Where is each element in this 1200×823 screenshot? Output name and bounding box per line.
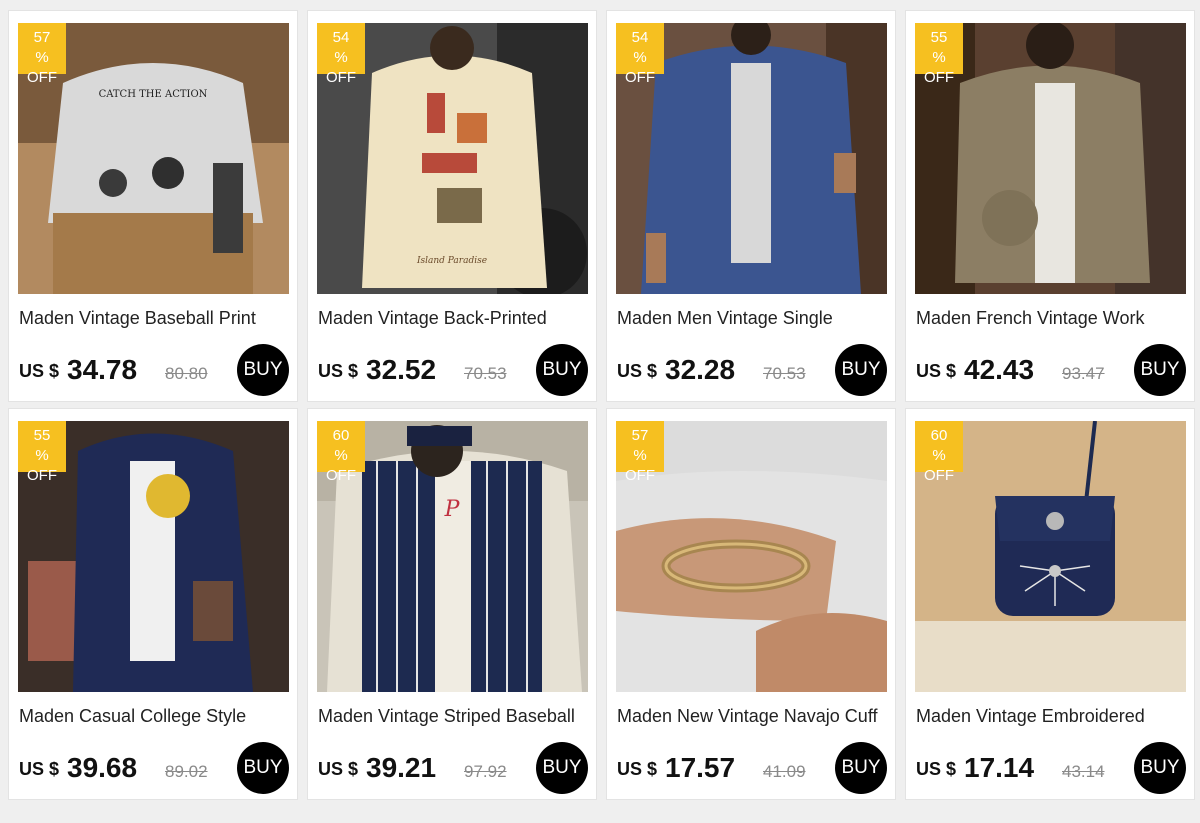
currency-label: US $ (617, 759, 658, 779)
product-card[interactable]: 60 % OFF Maden Vintage Embroidered US $ … (905, 408, 1195, 800)
original-price: 70.53 (464, 364, 507, 383)
discount-badge: 57 % OFF (18, 23, 66, 86)
sale-price: 32.52 (366, 354, 437, 385)
buy-button[interactable]: BUY (237, 344, 289, 396)
product-title[interactable]: Maden New Vintage Navajo Cuff (617, 706, 889, 727)
original-price: 97.92 (464, 762, 507, 781)
sale-price: 32.28 (665, 354, 736, 385)
svg-text:P: P (444, 497, 461, 522)
currency-label: US $ (318, 759, 359, 779)
buy-button[interactable]: BUY (835, 742, 887, 794)
buy-button[interactable]: BUY (1134, 344, 1186, 396)
price-row: US $ 17.14 43.14 BUY (916, 742, 1188, 796)
product-card[interactable]: 55 % OFF Maden French Vintage Work US $ … (905, 10, 1195, 402)
original-price: 93.47 (1062, 364, 1105, 383)
product-title[interactable]: Maden Vintage Embroidered (916, 706, 1188, 727)
sale-price: 34.78 (67, 354, 138, 385)
product-image[interactable]: 54 % OFF (616, 23, 887, 294)
sale-price: 39.68 (67, 752, 138, 783)
product-title[interactable]: Maden French Vintage Work (916, 308, 1188, 329)
product-image[interactable]: 55 % OFF (915, 23, 1186, 294)
price-row: US $ 42.43 93.47 BUY (916, 344, 1188, 398)
original-price: 41.09 (763, 762, 806, 781)
price-row: US $ 39.21 97.92 BUY (318, 742, 590, 796)
sale-price: 17.14 (964, 752, 1035, 783)
product-card[interactable]: P 60 % OFF Maden Vintage Striped Basebal… (307, 408, 597, 800)
currency-label: US $ (916, 361, 957, 381)
currency-label: US $ (19, 361, 60, 381)
discount-badge: 60 % OFF (915, 421, 963, 484)
product-title[interactable]: Maden Vintage Baseball Print (19, 308, 291, 329)
discount-badge: 54 % OFF (616, 23, 664, 86)
product-card[interactable]: 54 % OFF Maden Men Vintage Single US $ 3… (606, 10, 896, 402)
sale-price: 42.43 (964, 354, 1035, 385)
buy-button[interactable]: BUY (536, 344, 588, 396)
product-title[interactable]: Maden Vintage Back-Printed (318, 308, 590, 329)
currency-label: US $ (318, 361, 359, 381)
original-price: 89.02 (165, 762, 208, 781)
sale-price: 17.57 (665, 752, 736, 783)
product-image[interactable]: 57 % OFF (616, 421, 887, 692)
discount-badge: 60 % OFF (317, 421, 365, 484)
currency-label: US $ (617, 361, 658, 381)
discount-badge: 57 % OFF (616, 421, 664, 484)
price-row: US $ 39.68 89.02 BUY (19, 742, 291, 796)
product-image[interactable]: CATCH THE ACTION 57 % OFF (18, 23, 289, 294)
buy-button[interactable]: BUY (536, 742, 588, 794)
discount-badge: 55 % OFF (915, 23, 963, 86)
product-card[interactable]: 57 % OFF Maden New Vintage Navajo Cuff U… (606, 408, 896, 800)
product-card[interactable]: 55 % OFF Maden Casual College Style US $… (8, 408, 298, 800)
buy-button[interactable]: BUY (1134, 742, 1186, 794)
price-row: US $ 17.57 41.09 BUY (617, 742, 889, 796)
discount-badge: 55 % OFF (18, 421, 66, 484)
product-title[interactable]: Maden Vintage Striped Baseball (318, 706, 590, 727)
buy-button[interactable]: BUY (835, 344, 887, 396)
product-image[interactable]: P 60 % OFF (317, 421, 588, 692)
product-title[interactable]: Maden Casual College Style (19, 706, 291, 727)
original-price: 43.14 (1062, 762, 1105, 781)
product-card[interactable]: Island Paradise 54 % OFF Maden Vintage B… (307, 10, 597, 402)
product-grid: CATCH THE ACTION 57 % OFF Maden Vintage … (8, 10, 1195, 800)
buy-button[interactable]: BUY (237, 742, 289, 794)
sale-price: 39.21 (366, 752, 437, 783)
original-price: 70.53 (763, 364, 806, 383)
discount-badge: 54 % OFF (317, 23, 365, 86)
currency-label: US $ (19, 759, 60, 779)
price-row: US $ 32.52 70.53 BUY (318, 344, 590, 398)
price-row: US $ 34.78 80.80 BUY (19, 344, 291, 398)
original-price: 80.80 (165, 364, 208, 383)
shirt-print-text: Island Paradise (416, 256, 487, 266)
shirt-print-text: CATCH THE ACTION (99, 89, 208, 100)
product-image[interactable]: 60 % OFF (915, 421, 1186, 692)
price-row: US $ 32.28 70.53 BUY (617, 344, 889, 398)
product-image[interactable]: 55 % OFF (18, 421, 289, 692)
currency-label: US $ (916, 759, 957, 779)
product-image[interactable]: Island Paradise 54 % OFF (317, 23, 588, 294)
product-card[interactable]: CATCH THE ACTION 57 % OFF Maden Vintage … (8, 10, 298, 402)
product-title[interactable]: Maden Men Vintage Single (617, 308, 889, 329)
